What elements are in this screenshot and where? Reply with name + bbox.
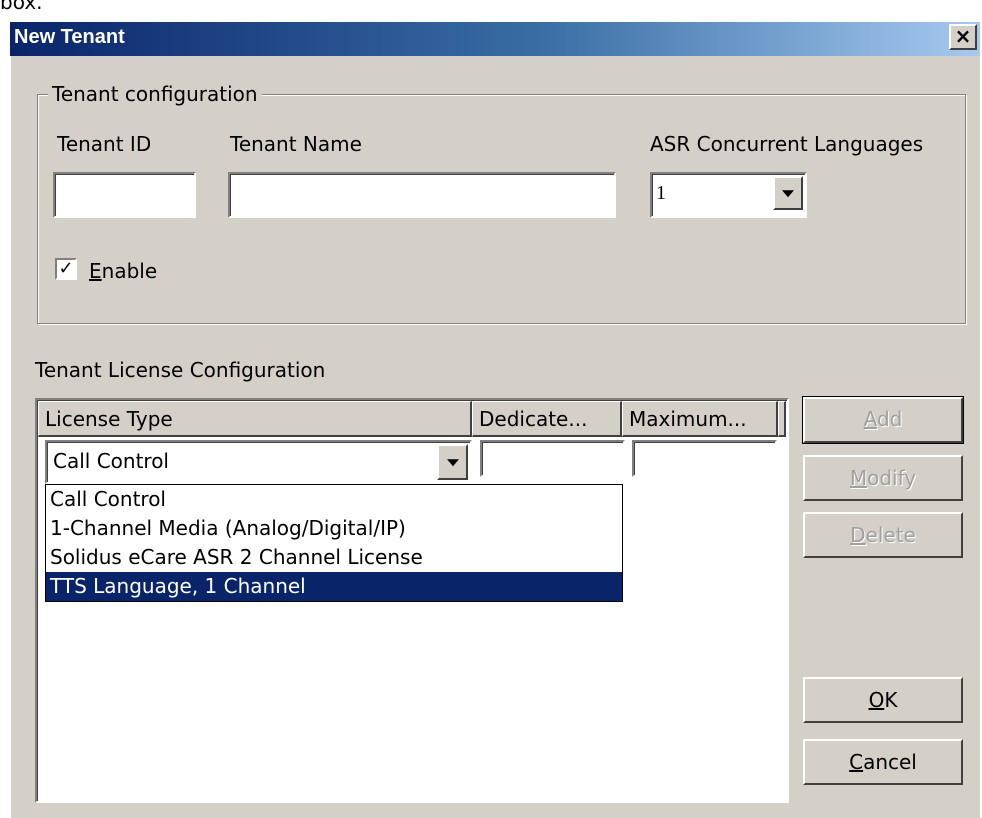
- column-header-maximum[interactable]: Maximum...: [622, 401, 778, 437]
- close-icon: ×: [954, 24, 972, 48]
- dropdown-option[interactable]: Call Control: [46, 485, 622, 514]
- tenant-name-input[interactable]: [228, 172, 616, 218]
- dropdown-option-selected[interactable]: TTS Language, 1 Channel: [46, 572, 622, 601]
- checkmark-icon: ✓: [58, 258, 74, 279]
- window-title: New Tenant: [14, 26, 125, 48]
- chevron-down-icon: [446, 459, 459, 467]
- delete-button[interactable]: Delete: [803, 512, 963, 558]
- tenant-configuration-legend: Tenant configuration: [48, 82, 262, 106]
- license-type-dropdown-button[interactable]: [437, 444, 468, 480]
- column-header-license-type[interactable]: License Type: [38, 401, 472, 437]
- asr-dropdown-button[interactable]: [773, 176, 803, 210]
- tenant-name-label: Tenant Name: [230, 132, 362, 156]
- tenant-license-configuration-label: Tenant License Configuration: [35, 358, 326, 382]
- dropdown-option[interactable]: Solidus eCare ASR 2 Channel License: [46, 543, 622, 572]
- license-type-combo[interactable]: Call Control: [45, 440, 472, 484]
- asr-languages-value: 1: [656, 182, 666, 204]
- enable-checkbox[interactable]: ✓: [55, 258, 77, 280]
- close-button[interactable]: ×: [949, 24, 977, 50]
- ok-button[interactable]: OK: [803, 677, 963, 723]
- tenant-id-label: Tenant ID: [57, 132, 152, 156]
- cancel-button[interactable]: Cancel: [803, 739, 963, 785]
- asr-languages-label: ASR Concurrent Languages: [650, 132, 924, 156]
- license-type-value: Call Control: [53, 449, 169, 473]
- column-header-dedicated[interactable]: Dedicate...: [472, 401, 622, 437]
- title-bar[interactable]: [10, 22, 980, 56]
- dropdown-option[interactable]: 1-Channel Media (Analog/Digital/IP): [46, 514, 622, 543]
- modify-button[interactable]: Modify: [803, 455, 963, 501]
- add-button[interactable]: Add: [802, 396, 964, 444]
- enable-label: Enable: [89, 259, 158, 283]
- maximum-input[interactable]: [632, 440, 777, 477]
- column-header-filler: [778, 401, 786, 437]
- license-type-dropdown-list[interactable]: Call Control 1-Channel Media (Analog/Dig…: [45, 484, 623, 602]
- dedicated-input[interactable]: [480, 440, 625, 477]
- caption-fragment: box.: [0, 0, 43, 10]
- chevron-down-icon: [782, 190, 794, 198]
- tenant-id-input[interactable]: [53, 172, 196, 218]
